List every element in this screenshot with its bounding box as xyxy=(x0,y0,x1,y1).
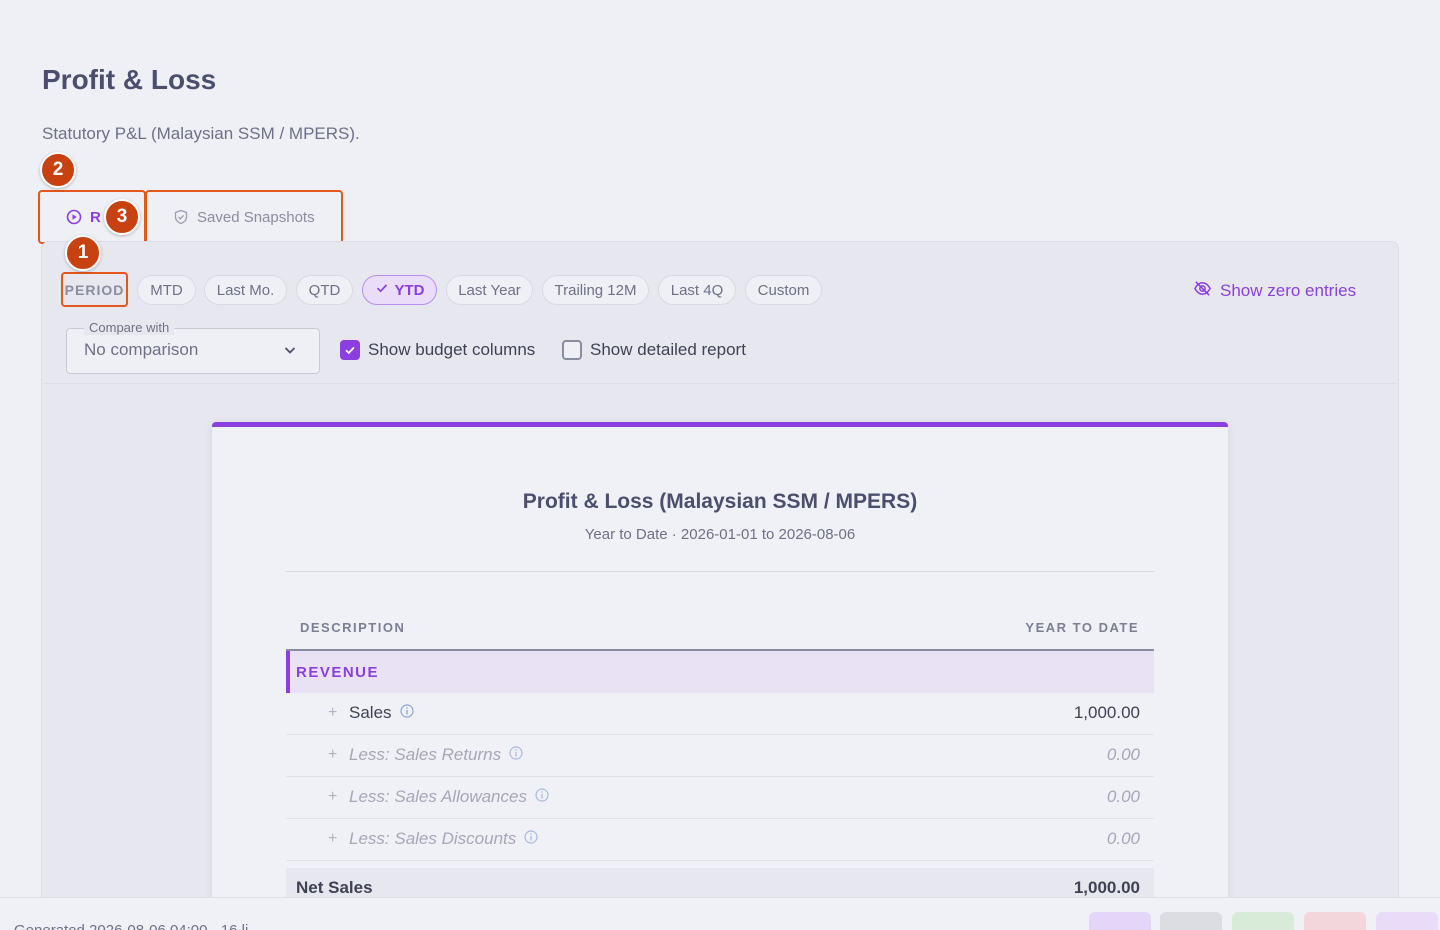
chip-label: Last 4Q xyxy=(670,281,724,299)
table-row[interactable]: + Less: Sales Discounts 0.00 xyxy=(286,819,1154,861)
shield-check-icon xyxy=(173,209,189,225)
report-subtitle: Year to Date · 2026-01-01 to 2026-08-06 xyxy=(584,526,856,543)
row-amount: 0.00 xyxy=(1106,745,1140,764)
row-label: Less: Sales Discounts xyxy=(349,829,517,848)
tab-run-label: R xyxy=(90,208,101,226)
period-chip-mtd[interactable]: MTD xyxy=(137,275,196,305)
checkbox-checked-icon[interactable] xyxy=(340,340,360,360)
chip-label: YTD xyxy=(394,281,425,299)
footer-button-export-excel[interactable] xyxy=(1232,912,1294,930)
footer-status-text: Generated 2026-08-06 04:00 · 16 li xyxy=(14,922,248,930)
page-subtitle: Statutory P&L (Malaysian SSM / MPERS). xyxy=(42,124,360,143)
period-chip-custom[interactable]: Custom xyxy=(745,275,822,305)
chevron-down-icon[interactable] xyxy=(282,342,298,363)
table-row[interactable]: + Less: Sales Returns 0.00 xyxy=(286,735,1154,777)
footer-button-save[interactable] xyxy=(1089,912,1151,930)
eye-off-icon xyxy=(1193,279,1212,303)
show-detailed-report-checkbox[interactable]: Show detailed report xyxy=(562,340,746,360)
footer-button-history[interactable] xyxy=(1160,912,1222,930)
show-zero-entries-toggle[interactable]: Show zero entries xyxy=(1193,279,1356,303)
total-label: Net Sales xyxy=(296,878,373,897)
total-amount: 1,000.00 xyxy=(1073,878,1140,897)
period-chip-trailing-12m[interactable]: Trailing 12M xyxy=(542,275,649,305)
row-amount: 1,000.00 xyxy=(1073,703,1140,722)
period-label: PERIOD xyxy=(61,272,128,307)
compare-with-legend: Compare with xyxy=(84,320,175,335)
row-label: Less: Sales Allowances xyxy=(349,787,527,806)
period-chip-qtd[interactable]: QTD xyxy=(296,275,353,305)
check-icon xyxy=(375,281,389,299)
chip-label: Custom xyxy=(757,281,810,299)
column-header-year-to-date: YEAR TO DATE xyxy=(1025,620,1139,635)
show-detailed-report-label: Show detailed report xyxy=(590,340,746,359)
column-header-description: DESCRIPTION xyxy=(300,620,406,635)
tab-saved-snapshots[interactable]: Saved Snapshots xyxy=(145,190,343,244)
footer-button-refresh[interactable] xyxy=(1376,912,1438,930)
show-budget-columns-checkbox[interactable]: Show budget columns xyxy=(340,340,535,360)
play-circle-icon xyxy=(66,209,82,225)
row-label: Less: Sales Returns xyxy=(349,745,502,764)
expand-plus-icon[interactable]: + xyxy=(328,704,337,722)
compare-with-value: No comparison xyxy=(84,340,199,359)
section-header-revenue: REVENUE xyxy=(286,651,1154,693)
annotation-marker-3: 3 xyxy=(104,199,140,235)
checkbox-unchecked-icon[interactable] xyxy=(562,340,582,360)
expand-plus-icon[interactable]: + xyxy=(328,788,337,806)
report-title: Profit & Loss (Malaysian SSM / MPERS) xyxy=(522,490,918,513)
table-row[interactable]: + Less: Sales Allowances 0.00 xyxy=(286,777,1154,819)
show-budget-columns-label: Show budget columns xyxy=(368,340,536,359)
info-icon[interactable] xyxy=(535,787,549,807)
annotation-marker-2: 2 xyxy=(40,152,76,188)
chip-label: Last Mo. xyxy=(216,281,275,299)
info-icon[interactable] xyxy=(399,703,414,723)
row-label: Sales xyxy=(349,703,392,722)
info-icon[interactable] xyxy=(509,745,523,765)
chip-label: QTD xyxy=(308,281,341,299)
report-divider xyxy=(286,571,1154,572)
chip-label: Trailing 12M xyxy=(554,281,637,299)
table-row[interactable]: + Sales 1,000.00 xyxy=(286,693,1154,735)
chip-label: MTD xyxy=(150,281,183,299)
expand-plus-icon[interactable]: + xyxy=(328,830,337,848)
panel-divider xyxy=(42,383,1398,384)
show-zero-entries-label: Show zero entries xyxy=(1220,281,1357,300)
period-chip-last-month[interactable]: Last Mo. xyxy=(204,275,287,305)
expand-plus-icon[interactable]: + xyxy=(328,746,337,764)
period-chip-last-year[interactable]: Last Year xyxy=(446,275,533,305)
row-amount: 0.00 xyxy=(1106,829,1140,848)
period-chip-last-4q[interactable]: Last 4Q xyxy=(658,275,736,305)
info-icon[interactable] xyxy=(524,829,538,849)
period-chip-ytd[interactable]: YTD xyxy=(362,275,437,305)
page-title: Profit & Loss xyxy=(42,64,217,95)
row-amount: 0.00 xyxy=(1106,787,1140,806)
annotation-marker-1: 1 xyxy=(65,235,101,271)
tab-saved-snapshots-label: Saved Snapshots xyxy=(197,208,315,226)
chip-label: Last Year xyxy=(458,281,521,299)
footer-button-export-pdf[interactable] xyxy=(1304,912,1366,930)
